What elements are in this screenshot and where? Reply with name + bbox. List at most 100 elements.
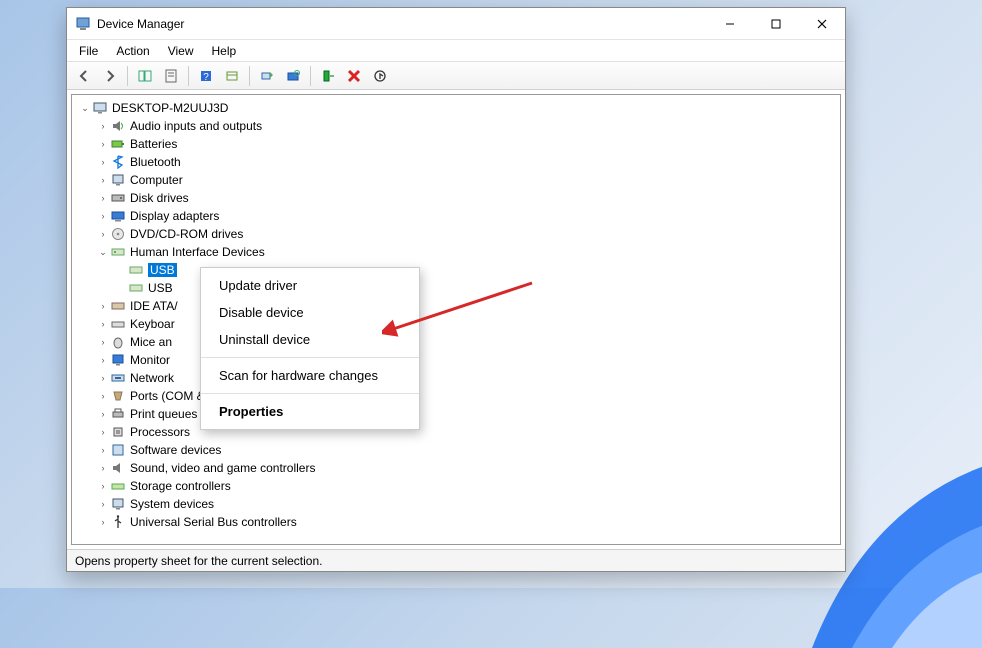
tree-node-audio[interactable]: › Audio inputs and outputs bbox=[74, 117, 838, 135]
ctx-disable-device[interactable]: Disable device bbox=[201, 299, 419, 326]
cpu-icon bbox=[110, 424, 126, 440]
device-tree[interactable]: ⌄ DESKTOP-M2UUJ3D › Audio inputs and out… bbox=[71, 94, 841, 545]
tree-node-label: Universal Serial Bus controllers bbox=[130, 515, 297, 529]
tree-node-computer[interactable]: › Computer bbox=[74, 171, 838, 189]
tree-node-ide[interactable]: › IDE ATA/ bbox=[74, 297, 838, 315]
window-controls bbox=[707, 9, 845, 39]
computer-icon bbox=[92, 100, 108, 116]
expand-icon[interactable]: › bbox=[96, 481, 110, 491]
tree-node-label: Processors bbox=[130, 425, 190, 439]
tree-node-monitors[interactable]: › Monitor bbox=[74, 351, 838, 369]
expand-icon[interactable]: › bbox=[96, 139, 110, 149]
tree-node-usb[interactable]: › Universal Serial Bus controllers bbox=[74, 513, 838, 531]
expand-icon[interactable]: › bbox=[96, 373, 110, 383]
tree-node-keyboards[interactable]: › Keyboar bbox=[74, 315, 838, 333]
expand-icon[interactable]: › bbox=[96, 157, 110, 167]
tree-node-label: Software devices bbox=[130, 443, 221, 457]
expand-icon[interactable]: › bbox=[96, 499, 110, 509]
monitor-icon bbox=[110, 352, 126, 368]
tree-node-processors[interactable]: › Processors bbox=[74, 423, 838, 441]
show-hide-tree-button[interactable] bbox=[134, 65, 156, 87]
network-icon bbox=[110, 370, 126, 386]
tree-node-system[interactable]: › System devices bbox=[74, 495, 838, 513]
properties-toolbar-button[interactable] bbox=[160, 65, 182, 87]
disable-device-toolbar-button[interactable] bbox=[369, 65, 391, 87]
tree-node-bluetooth[interactable]: › Bluetooth bbox=[74, 153, 838, 171]
tree-node-label: DESKTOP-M2UUJ3D bbox=[112, 101, 228, 115]
context-menu: Update driver Disable device Uninstall d… bbox=[200, 267, 420, 430]
menu-view[interactable]: View bbox=[160, 42, 202, 60]
ctx-scan-hardware[interactable]: Scan for hardware changes bbox=[201, 362, 419, 389]
tree-node-hid[interactable]: ⌄ Human Interface Devices bbox=[74, 243, 838, 261]
tree-node-sound[interactable]: › Sound, video and game controllers bbox=[74, 459, 838, 477]
tree-node-ports[interactable]: › Ports (COM & LPT) bbox=[74, 387, 838, 405]
scan-hardware-toolbar-button[interactable] bbox=[282, 65, 304, 87]
ide-icon bbox=[110, 298, 126, 314]
tree-node-display[interactable]: › Display adapters bbox=[74, 207, 838, 225]
tree-node-disk[interactable]: › Disk drives bbox=[74, 189, 838, 207]
expand-icon[interactable]: › bbox=[96, 337, 110, 347]
tree-node-dvd[interactable]: › DVD/CD-ROM drives bbox=[74, 225, 838, 243]
collapse-icon[interactable]: ⌄ bbox=[96, 247, 110, 258]
expand-icon[interactable]: › bbox=[96, 319, 110, 329]
software-icon bbox=[110, 442, 126, 458]
collapse-icon[interactable]: ⌄ bbox=[78, 103, 92, 114]
tree-node-label: Disk drives bbox=[130, 191, 189, 205]
ctx-properties[interactable]: Properties bbox=[201, 398, 419, 425]
tree-node-storage[interactable]: › Storage controllers bbox=[74, 477, 838, 495]
expand-icon[interactable]: › bbox=[96, 301, 110, 311]
expand-icon[interactable]: › bbox=[96, 229, 110, 239]
usb-icon bbox=[110, 514, 126, 530]
ctx-update-driver[interactable]: Update driver bbox=[201, 272, 419, 299]
ctx-uninstall-device[interactable]: Uninstall device bbox=[201, 326, 419, 353]
tree-root[interactable]: ⌄ DESKTOP-M2UUJ3D bbox=[74, 99, 838, 117]
expand-icon[interactable]: › bbox=[96, 193, 110, 203]
expand-icon[interactable]: › bbox=[96, 409, 110, 419]
expand-icon[interactable]: › bbox=[96, 391, 110, 401]
close-button[interactable] bbox=[799, 9, 845, 39]
window-title: Device Manager bbox=[97, 17, 707, 31]
back-button[interactable] bbox=[73, 65, 95, 87]
help-toolbar-button[interactable]: ? bbox=[195, 65, 217, 87]
maximize-button[interactable] bbox=[753, 9, 799, 39]
minimize-button[interactable] bbox=[707, 9, 753, 39]
expand-icon[interactable]: › bbox=[96, 445, 110, 455]
battery-icon bbox=[110, 136, 126, 152]
tree-node-network[interactable]: › Network bbox=[74, 369, 838, 387]
tree-node-software[interactable]: › Software devices bbox=[74, 441, 838, 459]
action-wizard-button[interactable] bbox=[221, 65, 243, 87]
expand-icon[interactable]: › bbox=[96, 355, 110, 365]
uninstall-device-toolbar-button[interactable] bbox=[343, 65, 365, 87]
toolbar: ? bbox=[67, 62, 845, 90]
tree-node-batteries[interactable]: › Batteries bbox=[74, 135, 838, 153]
enable-device-toolbar-button[interactable] bbox=[317, 65, 339, 87]
tree-node-label: Storage controllers bbox=[130, 479, 231, 493]
menu-action[interactable]: Action bbox=[108, 42, 157, 60]
tree-node-hid-usb[interactable]: USB bbox=[74, 279, 838, 297]
tree-node-label: USB bbox=[148, 263, 177, 277]
bluetooth-icon bbox=[110, 154, 126, 170]
tree-node-mice[interactable]: › Mice an bbox=[74, 333, 838, 351]
tree-node-label: Bluetooth bbox=[130, 155, 181, 169]
tree-node-hid-usb-selected[interactable]: USB bbox=[74, 261, 838, 279]
menubar: File Action View Help bbox=[67, 40, 845, 62]
pc-icon bbox=[110, 172, 126, 188]
expand-icon[interactable]: › bbox=[96, 211, 110, 221]
update-driver-toolbar-button[interactable] bbox=[256, 65, 278, 87]
keyboard-icon bbox=[110, 316, 126, 332]
expand-icon[interactable]: › bbox=[96, 427, 110, 437]
expand-icon[interactable]: › bbox=[96, 175, 110, 185]
tree-node-label: System devices bbox=[130, 497, 214, 511]
forward-button[interactable] bbox=[99, 65, 121, 87]
expand-icon[interactable]: › bbox=[96, 517, 110, 527]
expand-icon[interactable]: › bbox=[96, 463, 110, 473]
device-manager-window: Device Manager File Action View Help ? bbox=[66, 7, 846, 572]
menu-help[interactable]: Help bbox=[204, 42, 245, 60]
tree-node-printqueues[interactable]: › Print queues bbox=[74, 405, 838, 423]
menu-file[interactable]: File bbox=[71, 42, 106, 60]
expand-icon[interactable]: › bbox=[96, 121, 110, 131]
hid-icon bbox=[128, 262, 144, 278]
storage-icon bbox=[110, 478, 126, 494]
disk-icon bbox=[110, 190, 126, 206]
mouse-icon bbox=[110, 334, 126, 350]
